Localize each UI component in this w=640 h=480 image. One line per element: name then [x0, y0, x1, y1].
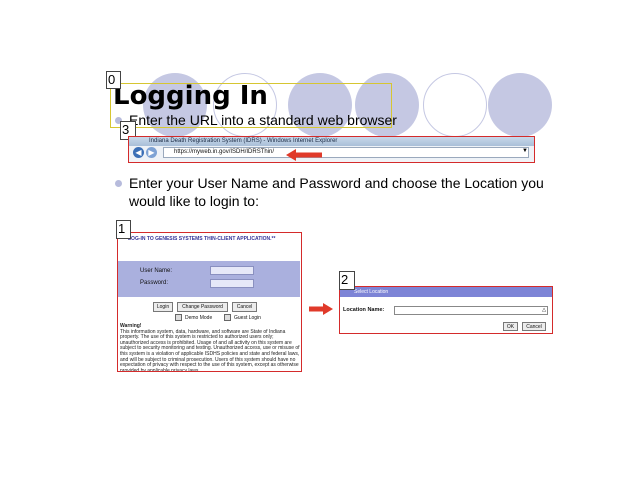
bullet-text-2-line2: would like to login to: — [129, 193, 259, 209]
bullet-dot-2 — [115, 180, 122, 187]
url-text: https://myweb.in.gov/ISDH/IDRSThin/ — [174, 149, 275, 155]
location-select[interactable]: △ — [394, 306, 548, 315]
change-password-button[interactable]: Change Password — [177, 302, 228, 312]
location-arrow-icon — [309, 303, 333, 315]
back-icon[interactable]: ◀ — [133, 147, 144, 158]
location-name-label: Location Name: — [343, 307, 385, 313]
annotation-label-2: 2 — [339, 271, 355, 290]
password-input[interactable] — [210, 279, 254, 288]
location-dialog-title: Select Location — [340, 287, 552, 297]
guest-login-label: Guest Login — [234, 314, 261, 321]
annotation-label-0: 0 — [106, 71, 121, 89]
cancel-button[interactable]: Cancel — [232, 302, 257, 312]
guest-login-checkbox[interactable]: Guest Login — [224, 314, 261, 321]
demo-mode-label: Demo Mode — [185, 314, 213, 321]
location-title-text: Select Location — [354, 289, 389, 295]
bullet-text-2-line1: Enter your User Name and Password and ch… — [129, 175, 544, 191]
location-ok-button[interactable]: OK — [503, 322, 518, 331]
username-label: User Name: — [140, 268, 173, 274]
browser-title: Indiana Death Registration System (IDRS)… — [129, 137, 534, 146]
login-button[interactable]: Login — [153, 302, 173, 312]
warning-notice: Warning! This information system, data, … — [120, 323, 300, 372]
login-header: LOG-IN TO GENESIS SYSTEMS THIN-CLIENT AP… — [128, 236, 276, 242]
browser-address-bar: ◀ ▶ https://myweb.in.gov/ISDH/IDRSThin/ … — [129, 146, 534, 160]
username-input[interactable] — [210, 266, 254, 275]
decor-circle-5 — [423, 73, 487, 137]
url-field[interactable]: https://myweb.in.gov/ISDH/IDRSThin/ — [163, 147, 529, 158]
url-dropdown-icon[interactable]: ▼ — [522, 148, 528, 154]
warning-text: This information system, data, hardware,… — [120, 328, 300, 372]
demo-mode-box — [175, 314, 182, 321]
login-panel: LOG-IN TO GENESIS SYSTEMS THIN-CLIENT AP… — [117, 232, 302, 372]
annotation-label-1: 1 — [116, 220, 131, 239]
login-credentials-band: User Name: Password: — [118, 261, 300, 297]
forward-icon[interactable]: ▶ — [146, 147, 157, 158]
decor-circle-6 — [488, 73, 552, 137]
browser-window: Indiana Death Registration System (IDRS)… — [128, 136, 535, 163]
guest-login-box — [224, 314, 231, 321]
location-dropdown-icon[interactable]: △ — [542, 307, 546, 313]
page-title: Logging In — [113, 81, 268, 111]
url-arrow-icon — [286, 149, 322, 161]
location-dialog: Select Location Location Name: △ OK Canc… — [339, 286, 553, 334]
location-cancel-button[interactable]: Cancel — [522, 322, 546, 331]
password-label: Password: — [140, 280, 169, 286]
demo-mode-checkbox[interactable]: Demo Mode — [175, 314, 212, 321]
bullet-text-1: Enter the URL into a standard web browse… — [129, 112, 397, 128]
